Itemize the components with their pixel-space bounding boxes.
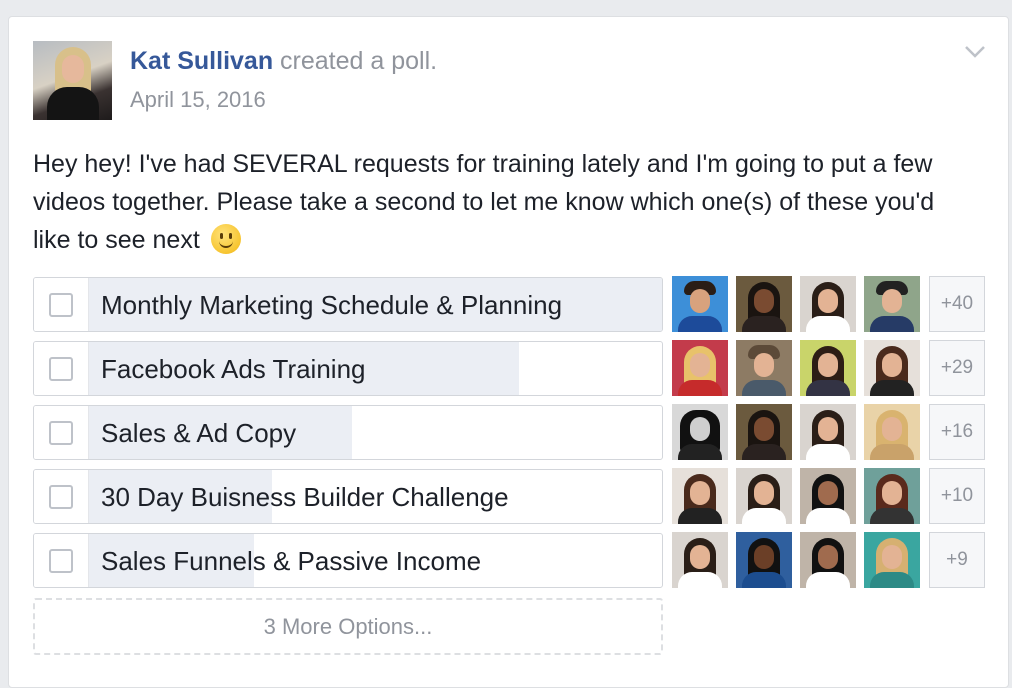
more-voters-count[interactable]: +16 <box>929 404 985 460</box>
voter-avatar[interactable] <box>800 276 856 332</box>
voter-avatar[interactable] <box>672 340 728 396</box>
post-text: Hey hey! I've had SEVERAL requests for t… <box>33 145 963 259</box>
voter-avatar[interactable] <box>736 468 792 524</box>
voter-avatar[interactable] <box>672 468 728 524</box>
poll-option-label: Facebook Ads Training <box>101 354 366 384</box>
poll-option-label: Sales & Ad Copy <box>101 418 297 448</box>
author-avatar[interactable] <box>33 41 112 120</box>
voter-avatar[interactable] <box>736 532 792 588</box>
post-header: Kat Sullivan created a poll. <box>130 47 437 76</box>
poll-option-label: Sales Funnels & Passive Income <box>101 546 482 576</box>
voter-avatar[interactable] <box>864 340 920 396</box>
voter-avatar[interactable] <box>800 532 856 588</box>
poll-option-label: 30 Day Buisness Builder Challenge <box>101 482 509 512</box>
poll-option[interactable]: 30 Day Buisness Builder Challenge <box>33 469 663 524</box>
post-text-content: Hey hey! I've had SEVERAL requests for t… <box>33 150 935 254</box>
poll-option-checkbox[interactable] <box>49 293 73 317</box>
voter-avatar[interactable] <box>736 276 792 332</box>
smiley-emoji-icon <box>210 224 241 254</box>
post-action-text: created a poll. <box>280 47 438 75</box>
post-date[interactable]: April 15, 2016 <box>130 87 266 113</box>
voter-avatar[interactable] <box>864 404 920 460</box>
poll-option-checkbox[interactable] <box>49 421 73 445</box>
poll-option-checkbox[interactable] <box>49 549 73 573</box>
voter-avatar[interactable] <box>800 468 856 524</box>
poll-option-checkbox[interactable] <box>49 485 73 509</box>
poll-option[interactable]: Monthly Marketing Schedule & Planning <box>33 277 663 332</box>
voter-avatar[interactable] <box>672 276 728 332</box>
voter-avatar[interactable] <box>672 532 728 588</box>
more-voters-count[interactable]: +10 <box>929 468 985 524</box>
more-voters-count[interactable]: +40 <box>929 276 985 332</box>
voter-avatar[interactable] <box>864 532 920 588</box>
author-name-link[interactable]: Kat Sullivan <box>130 47 273 75</box>
poll-option[interactable]: Sales & Ad Copy <box>33 405 663 460</box>
chevron-down-icon[interactable] <box>964 45 986 63</box>
more-voters-count[interactable]: +9 <box>929 532 985 588</box>
more-options-button[interactable]: 3 More Options... <box>33 598 663 655</box>
poll-option[interactable]: Facebook Ads Training <box>33 341 663 396</box>
voter-avatar[interactable] <box>800 340 856 396</box>
poll-option-label: Monthly Marketing Schedule & Planning <box>101 290 563 320</box>
voter-avatar[interactable] <box>864 276 920 332</box>
poll-post-card: Kat Sullivan created a poll. April 15, 2… <box>8 16 1009 688</box>
voter-avatar[interactable] <box>672 404 728 460</box>
voter-avatar[interactable] <box>736 340 792 396</box>
voter-avatar[interactable] <box>864 468 920 524</box>
poll-option[interactable]: Sales Funnels & Passive Income <box>33 533 663 588</box>
more-voters-count[interactable]: +29 <box>929 340 985 396</box>
voter-avatar[interactable] <box>800 404 856 460</box>
voter-avatar[interactable] <box>736 404 792 460</box>
poll-option-checkbox[interactable] <box>49 357 73 381</box>
